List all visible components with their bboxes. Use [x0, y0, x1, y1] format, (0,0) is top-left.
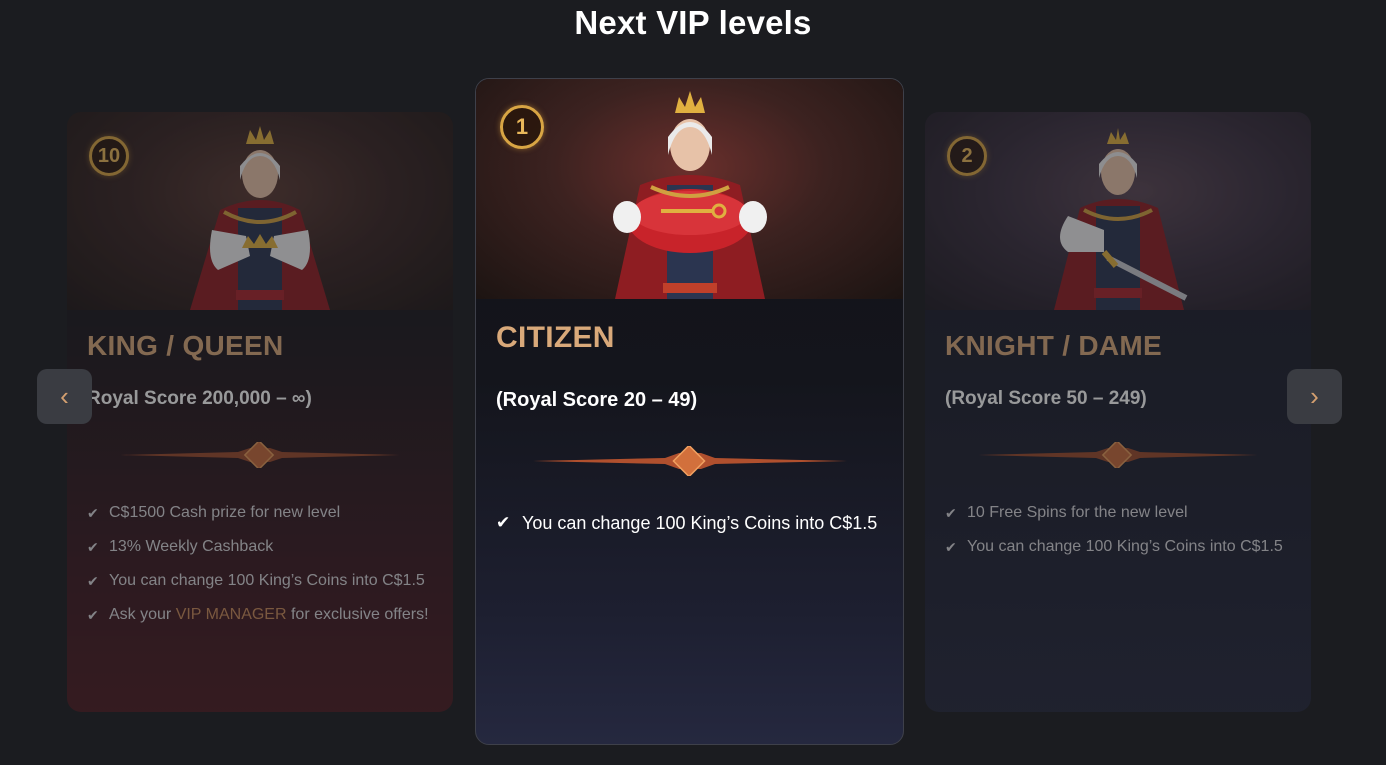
- card-title: KING / QUEEN: [87, 330, 284, 361]
- card-image: 2: [925, 112, 1311, 310]
- level-badge: 2: [947, 136, 987, 176]
- ornament-divider-icon: [532, 446, 847, 476]
- knight-character-icon: [1054, 128, 1188, 310]
- card-image: 1: [476, 79, 903, 299]
- vip-card-knight-dame[interactable]: 2 KNIGHT / DAME (Royal Score 50 – 249) ✔…: [925, 112, 1311, 712]
- king-character-icon: [190, 126, 330, 310]
- benefit-item: ✔ You can change 100 King’s Coins into C$…: [496, 506, 883, 540]
- level-badge: 10: [89, 136, 129, 176]
- benefits-list: ✔ You can change 100 King’s Coins into C$…: [496, 506, 883, 540]
- check-icon: ✔: [87, 505, 99, 521]
- royal-score: Royal Score 200,000 – ∞): [87, 388, 312, 409]
- benefit-item: ✔ Ask your VIP MANAGER for exclusive offe…: [87, 598, 433, 632]
- benefit-item: ✔ 10 Free Spins for the new level: [945, 496, 1291, 530]
- royal-score: (Royal Score 20 – 49): [496, 389, 698, 411]
- card-title: CITIZEN: [496, 321, 615, 354]
- ornament-divider-icon: [120, 442, 400, 468]
- vip-card-citizen[interactable]: 1 CITIZEN (Royal Score 20 – 49) ✔ You can…: [475, 78, 904, 745]
- ornament-divider-icon: [978, 442, 1258, 468]
- benefits-list: ✔ 10 Free Spins for the new level ✔ You ca…: [945, 496, 1291, 564]
- citizen-character-icon: [612, 91, 767, 299]
- card-image: 10: [67, 112, 453, 310]
- carousel-prev-button[interactable]: ‹: [37, 369, 92, 424]
- carousel-next-button[interactable]: ›: [1287, 369, 1342, 424]
- level-badge: 1: [500, 105, 544, 149]
- check-icon: ✔: [87, 607, 99, 623]
- benefits-list: ✔ C$1500 Cash prize for new level ✔ 13% We…: [87, 496, 433, 632]
- check-icon: ✔: [87, 539, 99, 555]
- benefit-item: ✔ You can change 100 King’s Coins into C$…: [945, 530, 1291, 564]
- check-icon: ✔: [945, 505, 957, 521]
- royal-score: (Royal Score 50 – 249): [945, 388, 1147, 409]
- vip-card-king-queen[interactable]: 10 KING / QUEEN Royal Score 200,000 – ∞)…: [67, 112, 453, 712]
- benefit-item: ✔ 13% Weekly Cashback: [87, 530, 433, 564]
- benefit-item: ✔ C$1500 Cash prize for new level: [87, 496, 433, 530]
- chevron-left-icon: ‹: [60, 381, 69, 411]
- check-icon: ✔: [87, 573, 99, 589]
- chevron-right-icon: ›: [1310, 381, 1319, 411]
- page-title: Next VIP levels: [574, 4, 812, 41]
- card-title: KNIGHT / DAME: [945, 330, 1163, 361]
- check-icon: ✔: [945, 539, 957, 555]
- benefit-item: ✔ You can change 100 King’s Coins into C$…: [87, 564, 433, 598]
- vip-manager-link[interactable]: VIP MANAGER: [176, 606, 287, 623]
- check-icon: ✔: [496, 513, 511, 532]
